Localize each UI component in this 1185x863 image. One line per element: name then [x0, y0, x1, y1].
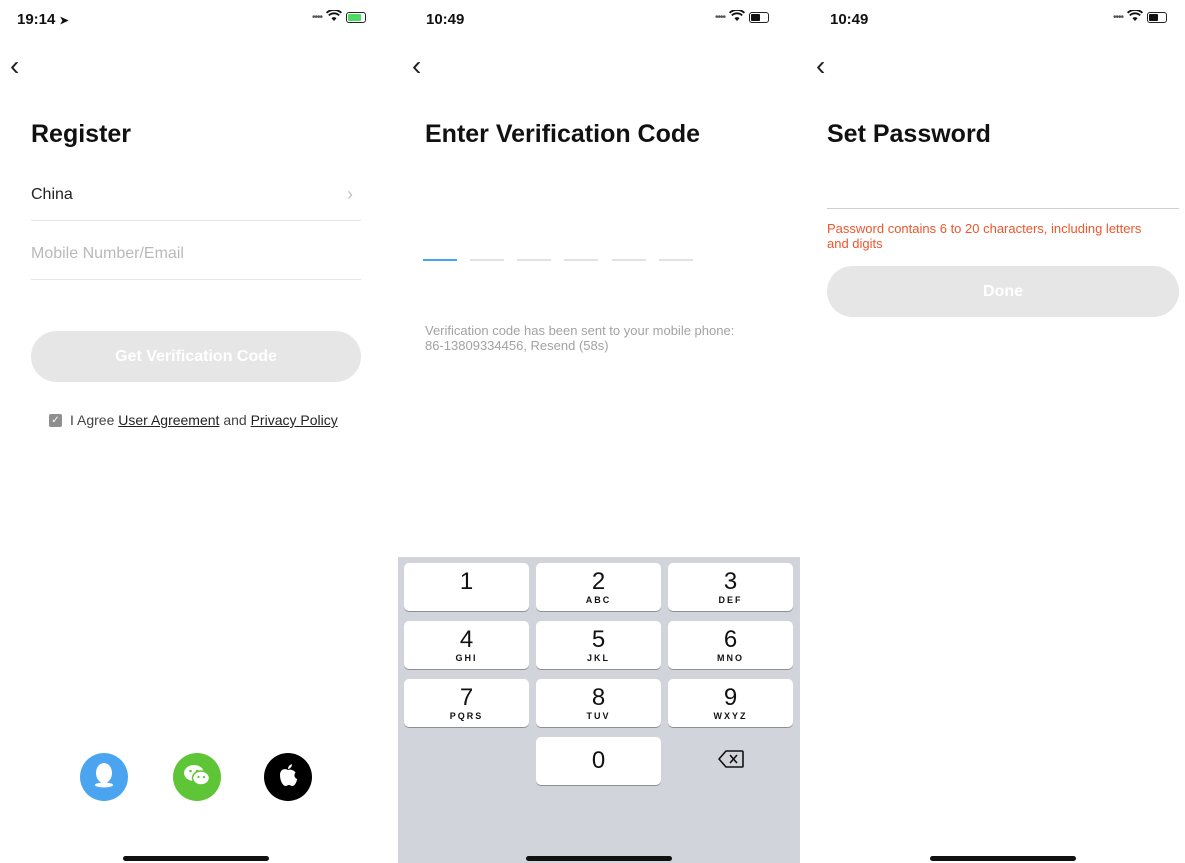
home-indicator [526, 856, 672, 861]
qq-login-button[interactable] [80, 753, 128, 801]
verification-hint: Verification code has been sent to your … [425, 323, 735, 353]
status-indicators: •••• [715, 9, 770, 25]
home-indicator [930, 856, 1076, 861]
password-underline [827, 208, 1179, 209]
code-digit-slot [659, 259, 693, 261]
key-0[interactable]: 0 [536, 737, 661, 785]
apple-icon [277, 762, 299, 793]
key-1[interactable]: 1 [404, 563, 529, 611]
register-screen: 19:14 ➤ •••• ‹ Register China › Mobile N… [0, 0, 395, 863]
account-input[interactable]: Mobile Number/Email [31, 235, 361, 280]
privacy-policy-link[interactable]: Privacy Policy [251, 412, 338, 428]
qq-icon [93, 762, 115, 793]
wechat-login-button[interactable] [173, 753, 221, 801]
signal-icon: •••• [715, 12, 726, 23]
page-title: Set Password [827, 120, 991, 148]
password-requirement-text: Password contains 6 to 20 characters, in… [827, 221, 1142, 251]
status-time: 10:49 [830, 11, 869, 28]
key-9[interactable]: 9 WXYZ [668, 679, 793, 727]
wechat-icon [183, 763, 211, 792]
code-digit-slot [470, 259, 504, 261]
wifi-icon [326, 9, 343, 25]
done-button[interactable]: Done [827, 266, 1179, 317]
set-password-screen: 10:49 •••• ‹ Set Password Password conta… [803, 0, 1185, 863]
status-indicators: •••• [312, 9, 367, 25]
key-4[interactable]: 4 GHI [404, 621, 529, 669]
back-button[interactable]: ‹ [816, 52, 825, 80]
page-title: Enter Verification Code [425, 120, 701, 148]
get-code-button[interactable]: Get Verification Code [31, 331, 361, 382]
agree-prefix: I Agree [70, 412, 115, 428]
wifi-icon [729, 9, 746, 25]
code-digit-slot [612, 259, 646, 261]
status-time: 10:49 [426, 11, 465, 28]
password-input[interactable] [827, 170, 1179, 208]
country-label: China [31, 186, 73, 203]
chevron-right-icon: › [347, 184, 353, 204]
signal-icon: •••• [1113, 12, 1124, 23]
agree-and: and [223, 412, 247, 428]
backspace-key[interactable] [668, 737, 793, 785]
agreement-row: ✓ I Agree User Agreement and Privacy Pol… [49, 412, 338, 428]
key-5[interactable]: 5 JKL [536, 621, 661, 669]
verification-screen: 10:49 •••• ‹ Enter Verification Code Ver… [398, 0, 800, 863]
key-8[interactable]: 8 TUV [536, 679, 661, 727]
account-placeholder: Mobile Number/Email [31, 245, 184, 262]
numeric-keypad: 1 2 ABC 3 DEF 4 GHI 5 JKL 6 MNO 7 PQRS 8 TUV 9W… [398, 557, 800, 863]
key-2[interactable]: 2 ABC [536, 563, 661, 611]
back-button[interactable]: ‹ [10, 52, 19, 80]
user-agreement-link[interactable]: User Agreement [118, 412, 219, 428]
back-button[interactable]: ‹ [412, 52, 421, 80]
battery-icon [1147, 12, 1168, 23]
code-digit-slot [564, 259, 598, 261]
battery-icon [346, 12, 367, 23]
signal-icon: •••• [312, 12, 323, 23]
code-digit-slot [517, 259, 551, 261]
home-indicator [123, 856, 269, 861]
backspace-icon [717, 749, 744, 773]
page-title: Register [31, 120, 132, 148]
country-selector[interactable]: China › [31, 176, 361, 221]
wifi-icon [1127, 9, 1144, 25]
status-time: 19:14 ➤ [17, 11, 69, 28]
key-3[interactable]: 3 DEF [668, 563, 793, 611]
status-indicators: •••• [1113, 9, 1168, 25]
battery-icon [749, 12, 770, 23]
agree-checkbox[interactable]: ✓ [49, 413, 62, 427]
apple-login-button[interactable] [264, 753, 312, 801]
key-6[interactable]: 6 MNO [668, 621, 793, 669]
code-digit-slot [423, 259, 457, 261]
key-7[interactable]: 7 PQRS [404, 679, 529, 727]
